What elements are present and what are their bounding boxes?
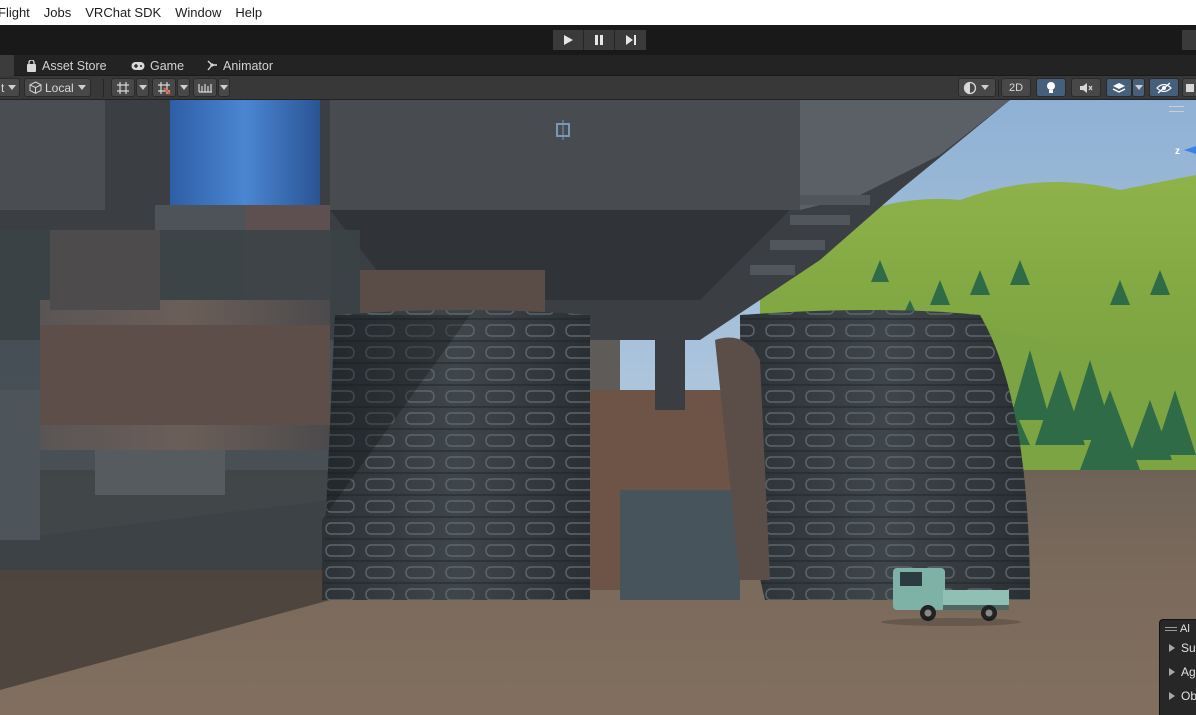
menu-window[interactable]: Window <box>175 5 221 20</box>
step-button[interactable] <box>615 30 646 50</box>
eye-hidden-icon <box>1156 82 1172 93</box>
tab-asset-store[interactable]: Asset Store <box>26 55 107 76</box>
orientation-gizmo-z-label[interactable]: z <box>1175 146 1180 157</box>
lighting-toggle-button[interactable] <box>1036 78 1066 97</box>
animator-icon <box>207 60 218 71</box>
scene-menu-icon[interactable] <box>1169 106 1184 112</box>
tab-game[interactable]: Game <box>131 55 184 76</box>
increment-snap-dropdown[interactable] <box>177 78 190 97</box>
ruler-dropdown[interactable] <box>218 78 230 97</box>
chevron-down-icon <box>138 85 147 90</box>
drag-handle-icon[interactable] <box>1165 627 1177 631</box>
overlay-item-label: Su <box>1181 641 1196 655</box>
chevron-right-icon <box>1169 692 1175 700</box>
menu-vrchat-sdk[interactable]: VRChat SDK <box>85 5 161 20</box>
chevron-right-icon <box>1169 668 1175 676</box>
tab-label: Asset Store <box>42 58 107 73</box>
step-icon <box>625 35 636 45</box>
tab-animator[interactable]: Animator <box>207 55 273 76</box>
orientation-gizmo-arrow-icon[interactable] <box>1184 144 1196 156</box>
scene-toolbar: t Local 2D <box>0 76 1196 100</box>
chevron-down-icon <box>981 85 989 90</box>
tab-scene[interactable] <box>0 55 14 76</box>
scene-view[interactable]: z Al Su Ag Ob <box>0 100 1196 715</box>
toolbar-edge-button[interactable] <box>1182 30 1196 50</box>
grid-snap-dropdown[interactable] <box>136 78 149 97</box>
overlay-title: Al <box>1180 623 1190 635</box>
menu-flight[interactable]: Flight <box>0 5 30 20</box>
lightbulb-icon <box>1047 81 1055 93</box>
overlay-header[interactable]: Al <box>1160 622 1196 636</box>
toggle-2d-label: 2D <box>1008 81 1024 94</box>
increment-snap-icon <box>158 81 171 95</box>
toggle-2d-button[interactable]: 2D <box>1001 78 1031 97</box>
overlay-item-label: Ob <box>1181 689 1196 703</box>
menu-bar: Flight Jobs VRChat SDK Window Help <box>0 0 1196 25</box>
toolbar-divider <box>103 79 104 97</box>
overlay-item-label: Ag <box>1181 665 1196 679</box>
grid-snap-button[interactable] <box>111 78 135 97</box>
audio-muted-icon <box>1080 82 1093 93</box>
chevron-down-icon <box>179 85 188 90</box>
scene-render <box>0 100 1196 715</box>
overlay-panel[interactable]: Al Su Ag Ob <box>1159 619 1196 715</box>
play-toolbar <box>0 25 1196 55</box>
overlay-item[interactable]: Su <box>1160 636 1196 660</box>
chevron-right-icon <box>1169 644 1175 652</box>
chevron-down-icon <box>1134 85 1143 90</box>
space-label: Local <box>45 80 74 95</box>
play-controls <box>553 30 646 50</box>
menu-jobs[interactable]: Jobs <box>44 5 71 20</box>
effects-toggle-button[interactable] <box>1106 78 1132 97</box>
increment-snap-button[interactable] <box>152 78 176 97</box>
chevron-down-icon <box>220 85 228 90</box>
ruler-button[interactable] <box>193 78 217 97</box>
space-dropdown[interactable]: Local <box>24 78 91 97</box>
shopping-bag-icon <box>26 59 37 72</box>
chevron-down-icon <box>77 85 86 90</box>
gamepad-icon <box>131 61 145 71</box>
toolbar-divider <box>998 79 999 97</box>
play-icon <box>564 35 573 45</box>
shading-mode-dropdown[interactable] <box>958 78 996 97</box>
square-icon <box>1186 83 1194 92</box>
pause-button[interactable] <box>584 30 615 50</box>
menu-help[interactable]: Help <box>235 5 262 20</box>
ruler-icon <box>197 83 212 93</box>
effects-dropdown[interactable] <box>1132 78 1145 97</box>
shading-sphere-icon <box>963 81 977 94</box>
overlay-item[interactable]: Ag <box>1160 660 1196 684</box>
audio-toggle-button[interactable] <box>1071 78 1101 97</box>
pivot-dropdown[interactable]: t <box>0 78 20 97</box>
effects-layers-icon <box>1112 82 1126 93</box>
tab-label: Game <box>150 58 185 73</box>
cube-icon <box>29 81 42 94</box>
pivot-label: t <box>1 80 5 95</box>
overlay-item[interactable]: Ob <box>1160 684 1196 708</box>
grid-snap-icon <box>117 81 129 94</box>
visibility-toggle-button[interactable] <box>1149 78 1179 97</box>
camera-settings-button[interactable] <box>1182 78 1196 97</box>
tab-bar: Asset Store Game Animator <box>0 55 1196 76</box>
chevron-down-icon <box>8 85 17 90</box>
play-button[interactable] <box>553 30 584 50</box>
pause-icon <box>595 35 603 45</box>
tab-label: Animator <box>223 58 274 73</box>
